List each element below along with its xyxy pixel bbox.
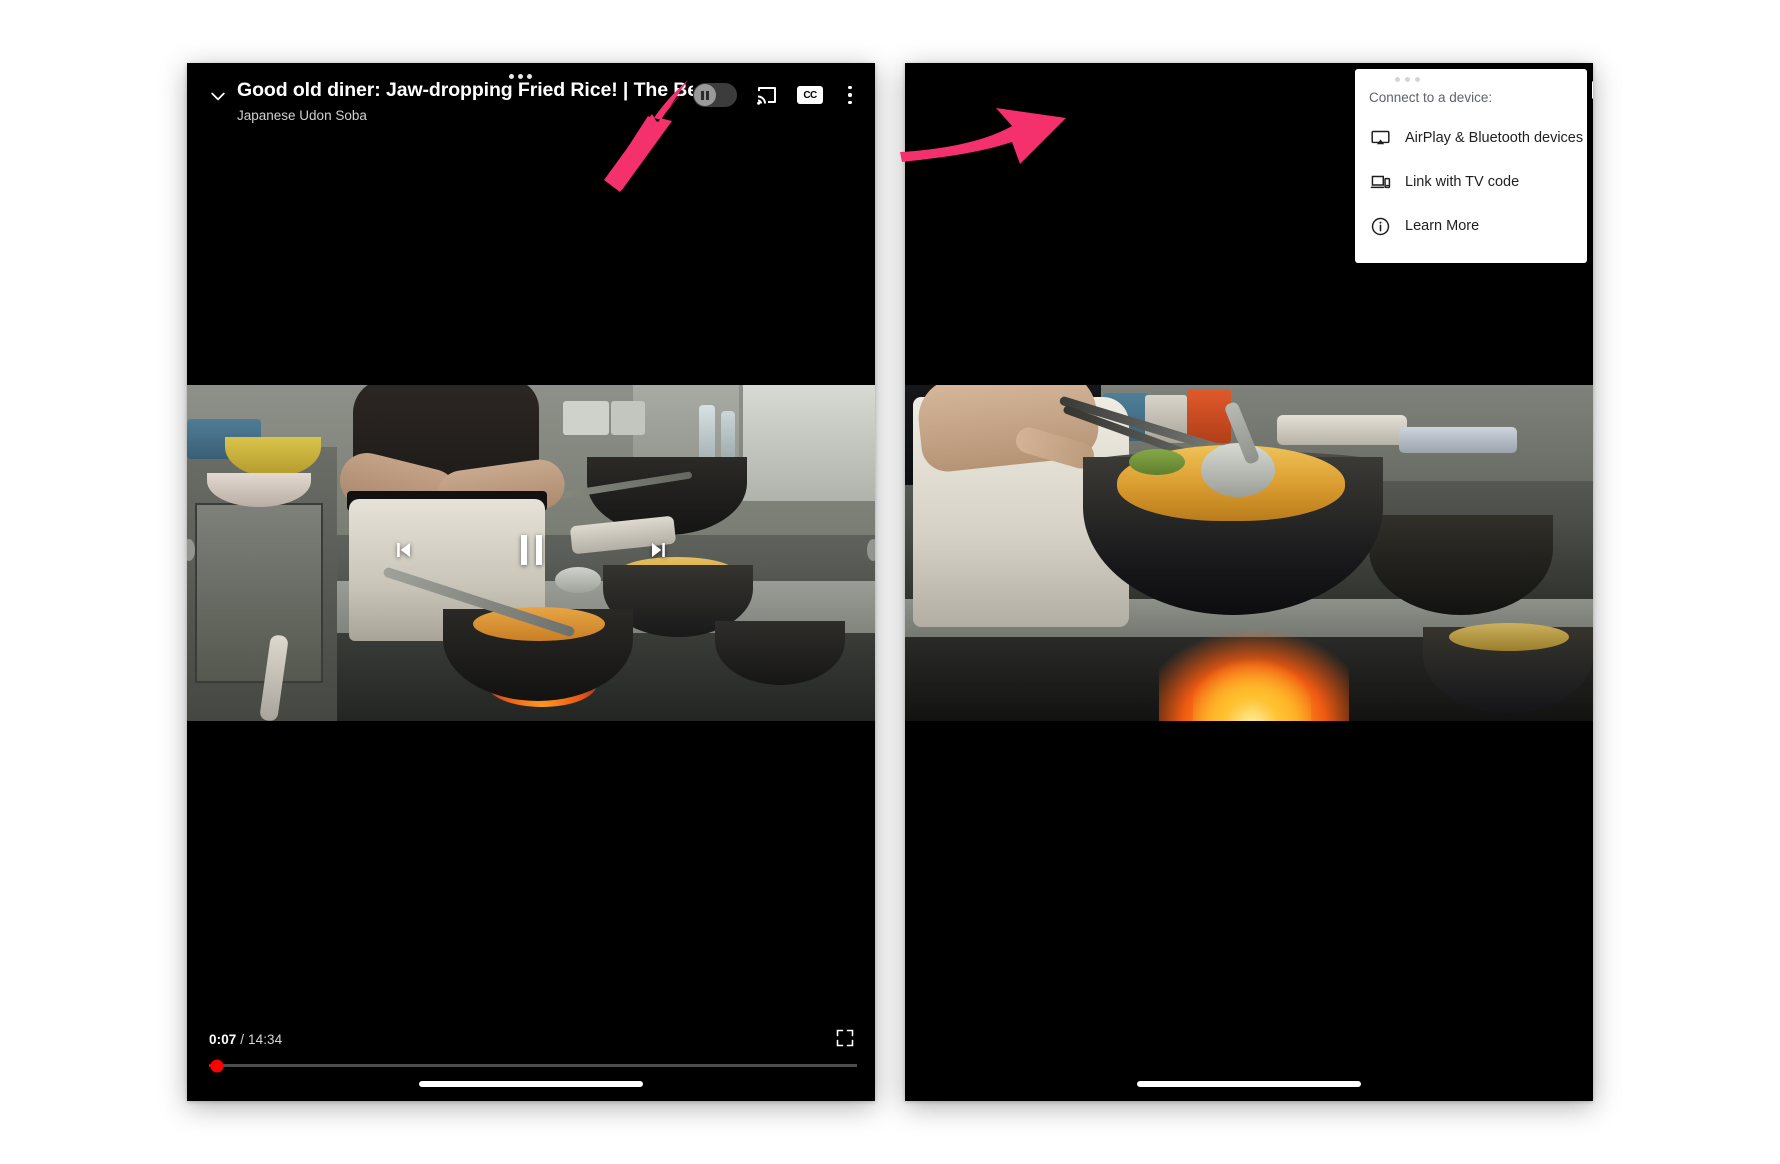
- previous-video-button[interactable]: [382, 529, 424, 571]
- chevron-down-icon[interactable]: [203, 81, 233, 111]
- pause-toggle[interactable]: [693, 83, 737, 107]
- kebab-menu-icon[interactable]: [839, 82, 861, 108]
- player-top-actions: CC: [693, 79, 861, 109]
- airplay-icon: [1369, 128, 1391, 150]
- cast-device-menu: Connect to a device: AirPlay & Bluetooth…: [1355, 69, 1587, 263]
- fullscreen-icon[interactable]: [835, 1028, 857, 1050]
- kitchen-scene-closeup: [905, 385, 1593, 721]
- home-indicator: [419, 1081, 643, 1087]
- menu-item-label: AirPlay & Bluetooth devices: [1405, 129, 1584, 146]
- video-title: Good old diner: Jaw-dropping Fried Rice!…: [237, 80, 693, 101]
- video-title-block: Good old diner: Jaw-dropping Fried Rice!…: [233, 79, 693, 125]
- current-time: 0:07: [209, 1031, 237, 1047]
- menu-item-learn-more[interactable]: Learn More: [1355, 205, 1587, 249]
- time-row: 0:07 / 14:34: [209, 1024, 857, 1054]
- tv-code-icon: [1369, 172, 1391, 194]
- pause-bars: [520, 535, 542, 565]
- channel-name: Japanese Udon Soba: [237, 108, 367, 124]
- menu-loading-dots: [1395, 77, 1420, 82]
- progress-bar[interactable]: [209, 1059, 857, 1072]
- info-icon: [1369, 216, 1391, 238]
- menu-item-label: Link with TV code: [1405, 173, 1520, 190]
- video-frame-right[interactable]: [905, 385, 1593, 721]
- cast-menu-pointer: [1592, 81, 1593, 99]
- cast-menu-header: Connect to a device:: [1369, 90, 1493, 105]
- pause-button[interactable]: [510, 529, 552, 571]
- progress-scrubber[interactable]: [210, 1059, 224, 1072]
- captions-button[interactable]: CC: [797, 86, 823, 104]
- time-display: 0:07 / 14:34: [209, 1032, 282, 1047]
- screenshot-stage: Good old diner: Jaw-dropping Fried Rice!…: [0, 0, 1780, 1164]
- menu-item-airplay-bluetooth[interactable]: AirPlay & Bluetooth devices: [1355, 117, 1587, 161]
- time-separator: /: [236, 1031, 248, 1047]
- menu-item-link-tv-code[interactable]: Link with TV code: [1355, 161, 1587, 205]
- pause-toggle-knob: [694, 84, 716, 106]
- menu-item-label: Learn More: [1405, 217, 1480, 234]
- left-phone-screen: Good old diner: Jaw-dropping Fried Rice!…: [187, 63, 875, 1101]
- cast-icon[interactable]: [753, 81, 781, 109]
- home-indicator: [1137, 1081, 1361, 1087]
- player-bottom-bar: 0:07 / 14:34: [187, 1024, 875, 1101]
- total-time: 14:34: [247, 1031, 283, 1047]
- loading-dots: [509, 74, 532, 79]
- playback-controls: [187, 523, 875, 577]
- next-video-button[interactable]: [638, 529, 680, 571]
- right-phone-screen: Connect to a device: AirPlay & Bluetooth…: [905, 63, 1593, 1101]
